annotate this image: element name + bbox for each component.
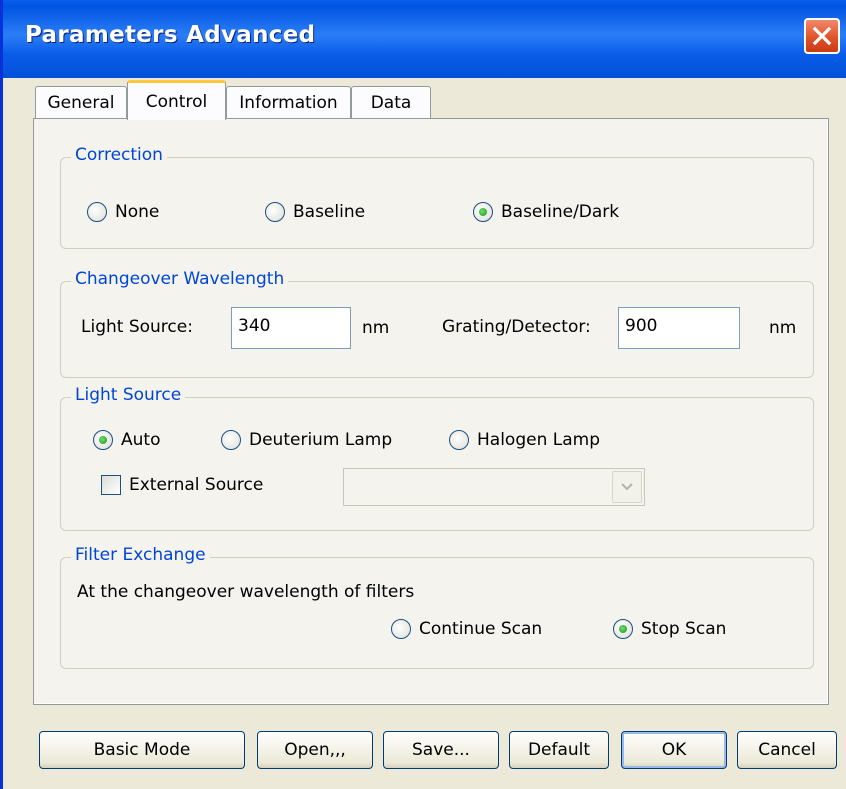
radio-deuterium-lamp[interactable]: Deuterium Lamp <box>221 430 392 450</box>
radio-auto[interactable]: Auto <box>93 430 160 450</box>
light-source-unit: nm <box>362 318 390 338</box>
radio-baseline[interactable]: Baseline <box>265 202 365 222</box>
open-button[interactable]: Open,,, <box>257 731 373 769</box>
changeover-group: Changeover Wavelength Light Source: 340 … <box>60 269 814 378</box>
correction-group: Correction None Baseline Baseline/Dark <box>60 145 814 249</box>
tab-control-label: Control <box>145 91 208 112</box>
tab-data-label: Data <box>370 93 412 113</box>
grating-detector-field-label: Grating/Detector: <box>442 317 591 337</box>
changeover-group-label: Changeover Wavelength <box>71 269 289 289</box>
radio-continue-scan[interactable]: Continue Scan <box>391 619 542 639</box>
radio-none-indicator[interactable] <box>87 202 107 222</box>
close-button[interactable] <box>804 18 840 54</box>
radio-none[interactable]: None <box>87 202 159 222</box>
radio-halogen-lamp-label: Halogen Lamp <box>477 430 600 450</box>
radio-halogen-lamp[interactable]: Halogen Lamp <box>449 430 600 450</box>
radio-auto-label: Auto <box>121 430 161 450</box>
radio-baseline-dark-label: Baseline/Dark <box>501 202 620 222</box>
radio-stop-scan-label: Stop Scan <box>641 619 727 639</box>
control-tab-panel: Correction None Baseline Baseline/Dark C… <box>33 118 829 705</box>
radio-stop-scan-indicator[interactable] <box>613 619 633 639</box>
radio-baseline-dark[interactable]: Baseline/Dark <box>473 202 619 222</box>
save-button[interactable]: Save... <box>383 731 499 769</box>
filter-exchange-group-label: Filter Exchange <box>71 545 210 565</box>
radio-baseline-label: Baseline <box>293 202 366 222</box>
radio-continue-scan-indicator[interactable] <box>391 619 411 639</box>
external-source-label: External Source <box>129 475 264 495</box>
tab-general-label: General <box>47 93 115 113</box>
tab-data[interactable]: Data <box>351 86 431 119</box>
radio-halogen-lamp-indicator[interactable] <box>449 430 469 450</box>
filter-exchange-group: Filter Exchange At the changeover wavele… <box>60 545 814 669</box>
basic-mode-button[interactable]: Basic Mode <box>39 731 245 769</box>
dialog-window: Parameters Advanced General Control Info… <box>0 0 846 789</box>
ok-button[interactable]: OK <box>621 731 727 769</box>
correction-group-label: Correction <box>71 145 167 165</box>
light-source-field-label: Light Source: <box>81 317 193 337</box>
chevron-down-icon <box>621 483 633 491</box>
external-source-dropdown[interactable] <box>343 468 645 506</box>
light-source-wavelength-input[interactable]: 340 <box>231 307 351 349</box>
external-source-checkbox[interactable]: External Source <box>101 475 263 495</box>
filter-exchange-description: At the changeover wavelength of filters <box>77 582 415 602</box>
title-bar[interactable]: Parameters Advanced <box>3 0 846 78</box>
radio-baseline-indicator[interactable] <box>265 202 285 222</box>
external-source-checkbox-box[interactable] <box>101 475 121 495</box>
tab-control[interactable]: Control <box>127 80 226 120</box>
radio-none-label: None <box>115 202 160 222</box>
grating-detector-wavelength-input[interactable]: 900 <box>618 307 740 349</box>
tab-information-label: Information <box>239 93 338 113</box>
tab-general[interactable]: General <box>35 86 127 119</box>
tab-information[interactable]: Information <box>226 86 351 119</box>
close-icon <box>812 26 832 46</box>
radio-stop-scan[interactable]: Stop Scan <box>613 619 726 639</box>
light-source-group-label: Light Source <box>71 385 186 405</box>
dropdown-arrow-button[interactable] <box>612 471 642 503</box>
radio-deuterium-lamp-label: Deuterium Lamp <box>249 430 393 450</box>
light-source-group: Light Source Auto Deuterium Lamp Halogen… <box>60 385 814 531</box>
radio-baseline-dark-indicator[interactable] <box>473 202 493 222</box>
cancel-button[interactable]: Cancel <box>737 731 837 769</box>
radio-deuterium-lamp-indicator[interactable] <box>221 430 241 450</box>
radio-continue-scan-label: Continue Scan <box>419 619 543 639</box>
radio-auto-indicator[interactable] <box>93 430 113 450</box>
grating-detector-unit: nm <box>769 318 797 338</box>
window-title: Parameters Advanced <box>25 22 316 48</box>
default-button[interactable]: Default <box>509 731 609 769</box>
